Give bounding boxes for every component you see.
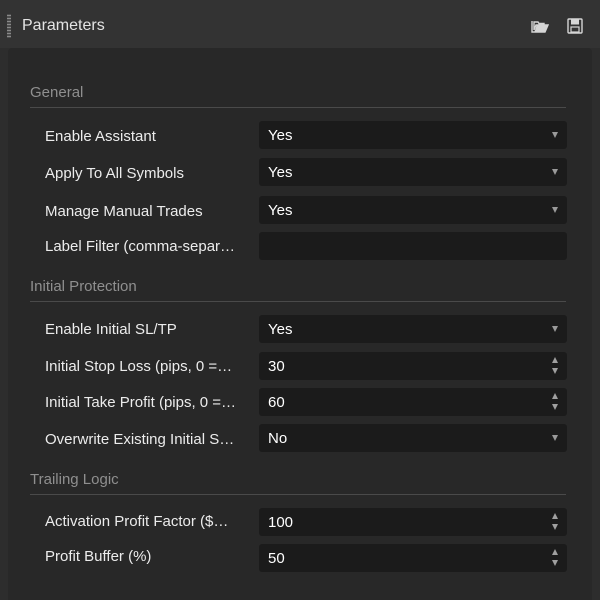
label-filter-input[interactable] <box>259 232 567 260</box>
param-label: Apply To All Symbols <box>45 165 184 182</box>
dropdown-arrow-icon <box>552 326 558 332</box>
section-header-trailing-logic: Trailing Logic <box>30 471 119 488</box>
param-label: Manage Manual Trades <box>45 203 203 220</box>
spinner-icon[interactable] <box>551 392 560 412</box>
activation-profit-factor-stepper[interactable]: 100 <box>259 508 567 536</box>
spin-up-icon[interactable] <box>552 393 558 399</box>
field-value: 100 <box>268 514 294 531</box>
field-value: Yes <box>268 202 293 219</box>
field-value: Yes <box>268 321 293 338</box>
dropdown-arrow-icon <box>552 435 558 441</box>
enable-initial-sltp-dropdown[interactable]: Yes <box>259 315 567 343</box>
spin-down-icon[interactable] <box>552 524 558 530</box>
field-value: Yes <box>268 164 293 181</box>
spinner-icon[interactable] <box>551 512 560 532</box>
field-value: 50 <box>268 550 285 567</box>
profit-buffer-stepper[interactable]: 50 <box>259 544 567 572</box>
section-divider <box>30 301 566 302</box>
section-divider <box>30 107 566 108</box>
field-value: Yes <box>268 127 293 144</box>
param-label: Activation Profit Factor ($… <box>45 513 229 530</box>
window-title: Parameters <box>22 17 105 34</box>
parameters-panel: General Enable Assistant Yes Apply To Al… <box>8 48 592 600</box>
dropdown-arrow-icon <box>552 169 558 175</box>
field-value: No <box>268 430 288 447</box>
param-label: Enable Assistant <box>45 128 156 145</box>
spinner-icon[interactable] <box>551 356 560 376</box>
param-label: Profit Buffer (%) <box>45 548 152 565</box>
initial-take-profit-stepper[interactable]: 60 <box>259 388 567 416</box>
dropdown-arrow-icon <box>552 207 558 213</box>
param-label: Initial Stop Loss (pips, 0 =… <box>45 358 233 375</box>
field-value: 30 <box>268 358 285 375</box>
spin-up-icon[interactable] <box>552 357 558 363</box>
enable-assistant-dropdown[interactable]: Yes <box>259 121 567 149</box>
spin-down-icon[interactable] <box>552 560 558 566</box>
dropdown-arrow-icon <box>552 132 558 138</box>
overwrite-existing-dropdown[interactable]: No <box>259 424 567 452</box>
window-titlebar: Parameters <box>0 0 600 48</box>
spin-down-icon[interactable] <box>552 368 558 374</box>
save-icon[interactable] <box>565 17 585 35</box>
apply-to-all-symbols-dropdown[interactable]: Yes <box>259 158 567 186</box>
spinner-icon[interactable] <box>551 548 560 568</box>
manage-manual-trades-dropdown[interactable]: Yes <box>259 196 567 224</box>
initial-stop-loss-stepper[interactable]: 30 <box>259 352 567 380</box>
param-label: Label Filter (comma-separ… <box>45 238 236 255</box>
spin-up-icon[interactable] <box>552 513 558 519</box>
param-label: Initial Take Profit (pips, 0 =… <box>45 394 237 411</box>
section-divider <box>30 494 566 495</box>
section-header-general: General <box>30 84 84 101</box>
spin-up-icon[interactable] <box>552 549 558 555</box>
param-label: Overwrite Existing Initial S… <box>45 431 235 448</box>
drag-grip-icon[interactable] <box>7 14 11 38</box>
field-value: 60 <box>268 394 285 411</box>
open-folder-icon[interactable] <box>530 17 550 35</box>
section-header-initial-protection: Initial Protection <box>30 278 137 295</box>
spin-down-icon[interactable] <box>552 404 558 410</box>
param-label: Enable Initial SL/TP <box>45 321 177 338</box>
